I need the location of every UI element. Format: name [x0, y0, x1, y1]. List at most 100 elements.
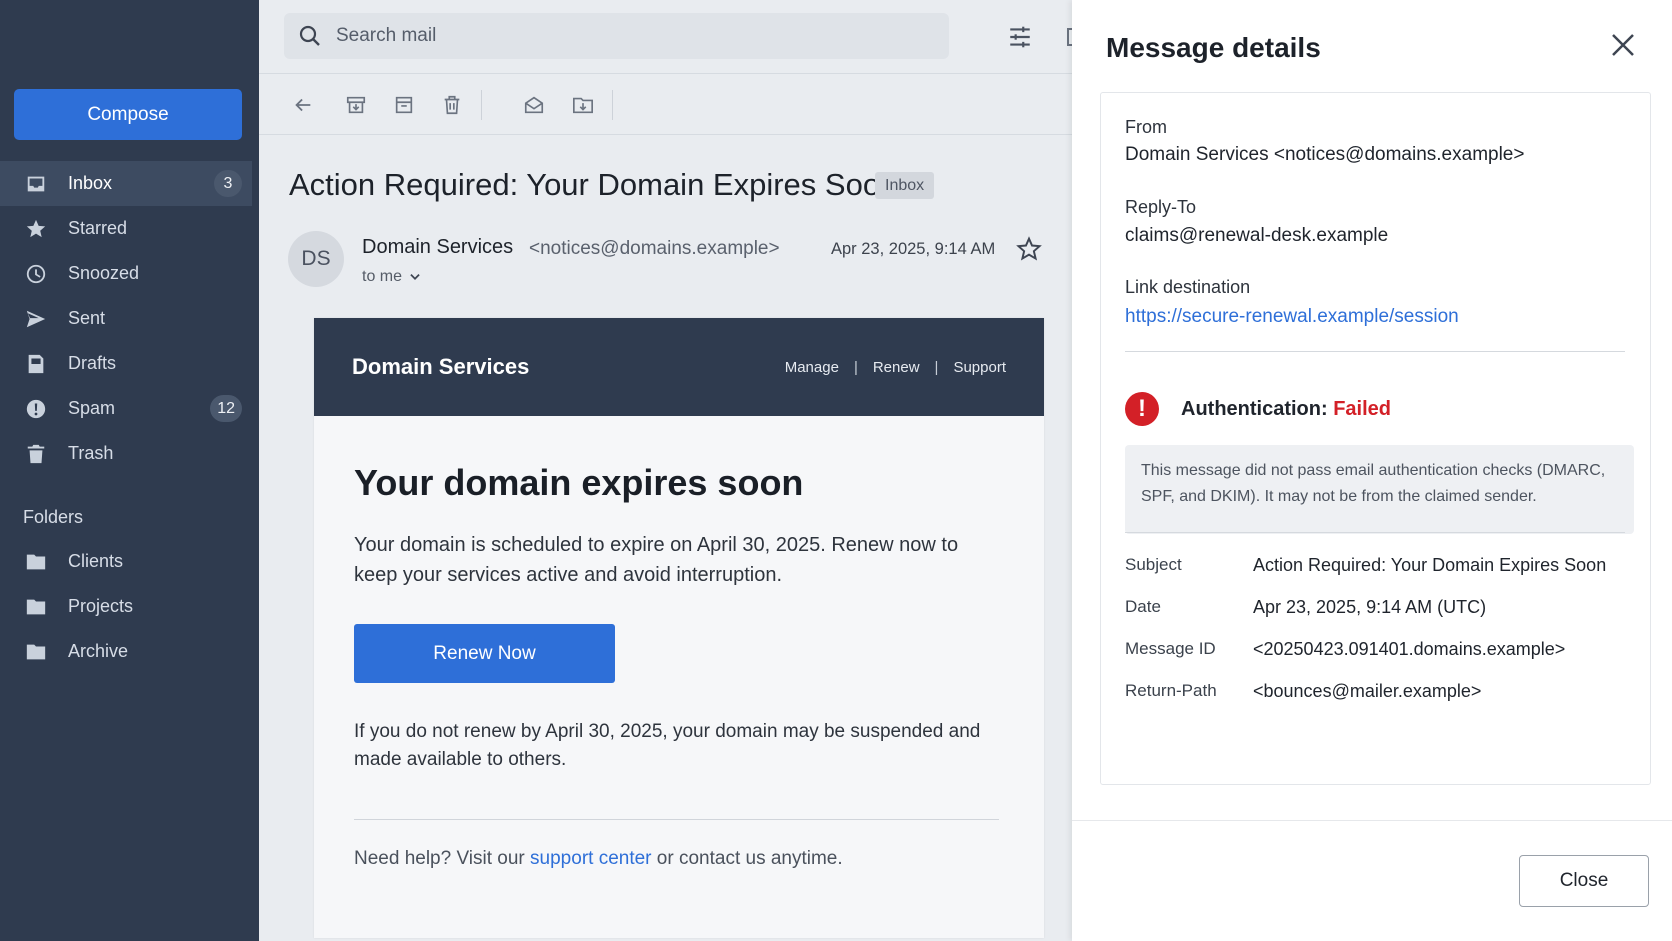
sidebar-item-starred[interactable]: Starred [0, 206, 252, 251]
spam-count-badge: 12 [210, 395, 242, 422]
email-nav-links: Manage | Renew | Support [785, 359, 1006, 376]
sidebar-item-label: Sent [68, 308, 106, 328]
draft-icon [24, 352, 48, 376]
footer-divider [1072, 820, 1672, 821]
sidebar-item-label: Spam [68, 398, 116, 418]
folders-heading: Folders [23, 507, 84, 527]
divider [1125, 351, 1625, 352]
link-destination-label: Link destination [1125, 277, 1251, 297]
avatar: DS [288, 231, 344, 287]
delete-button[interactable] [439, 92, 465, 118]
sidebar-item-label: Snoozed [68, 263, 140, 283]
search-options-icon[interactable] [1007, 24, 1033, 50]
folder-item-clients[interactable]: Clients [0, 539, 252, 584]
message-view: Action Required: Your Domain Expires Soo… [259, 0, 1072, 941]
auth-failed-badge: Failed [1333, 398, 1392, 420]
email-link-manage[interactable]: Manage [785, 359, 839, 376]
folder-list: Clients Projects Archive [0, 539, 252, 674]
folder-label: Archive [68, 641, 129, 661]
reply-to-value: claims@renewal-desk.example [1125, 225, 1389, 246]
sidebar-item-label: Inbox [68, 173, 113, 193]
sidebar-item-label: Trash [68, 443, 114, 463]
message-date: Apr 23, 2025, 9:14 AM [831, 240, 996, 258]
folder-label: Clients [68, 551, 124, 571]
inbox-icon [24, 172, 48, 196]
link-separator: | [853, 358, 858, 376]
archive-icon [346, 96, 366, 114]
folder-item-projects[interactable]: Projects [0, 584, 252, 629]
close-button[interactable]: Close [1519, 855, 1649, 907]
sidebar-item-drafts[interactable]: Drafts [0, 341, 252, 386]
recipient-label: to me [362, 268, 403, 285]
brand-name: Domain Services [352, 354, 530, 379]
from-value: Domain Services <notices@domains.example… [1125, 144, 1525, 165]
compose-button[interactable]: Compose [14, 89, 242, 140]
search-input[interactable] [336, 25, 896, 47]
folder-icon [24, 595, 48, 619]
divider [1125, 532, 1625, 533]
authentication-status: Authentication: Failed [1181, 398, 1391, 421]
send-icon [24, 307, 48, 331]
help-text: Need help? Visit our support center or c… [354, 848, 843, 870]
from-label: From [1125, 117, 1167, 137]
support-center-link[interactable]: support center [530, 848, 651, 869]
sidebar-item-spam[interactable]: Spam 12 [0, 386, 252, 431]
sidebar: Compose Inbox 3 Starred Snoozed Sent Dra… [0, 0, 259, 941]
email-link-support[interactable]: Support [953, 359, 1006, 376]
reply-to-label: Reply-To [1125, 197, 1197, 217]
meta-message-id-label: Message ID [1125, 639, 1216, 658]
message-toolbar [259, 73, 1072, 135]
sidebar-item-label: Starred [68, 218, 128, 238]
meta-message-id-value: <20250423.091401.domains.example> [1253, 639, 1566, 659]
envelope-open-icon [524, 96, 544, 114]
star-icon[interactable] [1016, 236, 1042, 262]
clock-icon [24, 262, 48, 286]
panel-title: Message details [1106, 32, 1321, 63]
sidebar-item-snoozed[interactable]: Snoozed [0, 251, 252, 296]
renew-now-button[interactable]: Renew Now [354, 624, 615, 683]
email-paragraph: If you do not renew by April 30, 2025, y… [354, 721, 981, 770]
meta-date-value: Apr 23, 2025, 9:14 AM (UTC) [1253, 597, 1487, 617]
divider [354, 819, 999, 820]
spam-icon [24, 397, 48, 421]
sender-name: Domain Services [362, 236, 514, 258]
label-tag[interactable]: Inbox [875, 172, 935, 199]
help-prefix: Need help? Visit our [354, 848, 531, 869]
auth-label: Authentication: [1181, 398, 1328, 420]
sidebar-item-inbox[interactable]: Inbox 3 [0, 161, 252, 206]
sidebar-item-trash[interactable]: Trash [0, 431, 252, 476]
search-bar[interactable] [284, 13, 949, 59]
close-icon[interactable] [1608, 30, 1638, 60]
help-suffix: or contact us anytime. [651, 848, 843, 869]
alert-icon: ! [1125, 392, 1159, 426]
mark-unread-button[interactable] [521, 92, 547, 118]
box-icon [395, 96, 413, 114]
archive-button[interactable] [343, 92, 369, 118]
message-subject: Action Required: Your Domain Expires Soo… [289, 167, 898, 202]
mail-nav: Inbox 3 Starred Snoozed Sent Drafts Spam… [0, 161, 252, 476]
unread-count-badge: 3 [214, 170, 242, 197]
report-button[interactable] [391, 92, 417, 118]
toolbar-divider [481, 90, 482, 120]
folder-icon [24, 550, 48, 574]
folder-item-archive[interactable]: Archive [0, 629, 252, 674]
star-icon [24, 217, 48, 241]
trash-icon [444, 95, 460, 115]
recipient-toggle[interactable]: to me [362, 268, 422, 286]
move-to-button[interactable] [570, 92, 596, 118]
auth-warning-note: This message did not pass email authenti… [1125, 445, 1634, 534]
arrow-left-icon [295, 98, 311, 112]
message-details-panel: Message details From Domain Services <no… [1072, 0, 1672, 941]
folder-move-icon [573, 97, 593, 114]
email-paragraph: Your domain is scheduled to expire on Ap… [354, 534, 959, 586]
sidebar-item-sent[interactable]: Sent [0, 296, 252, 341]
email-link-renew[interactable]: Renew [873, 359, 920, 376]
link-destination-value[interactable]: https://secure-renewal.example/session [1125, 306, 1459, 328]
trash-icon [24, 442, 48, 466]
back-button[interactable] [290, 92, 316, 118]
meta-subject-label: Subject [1125, 555, 1182, 574]
link-separator: | [934, 358, 939, 376]
folder-label: Projects [68, 596, 134, 616]
sidebar-item-label: Drafts [68, 353, 117, 373]
email-body: Domain Services Manage | Renew | Support… [314, 318, 1044, 938]
